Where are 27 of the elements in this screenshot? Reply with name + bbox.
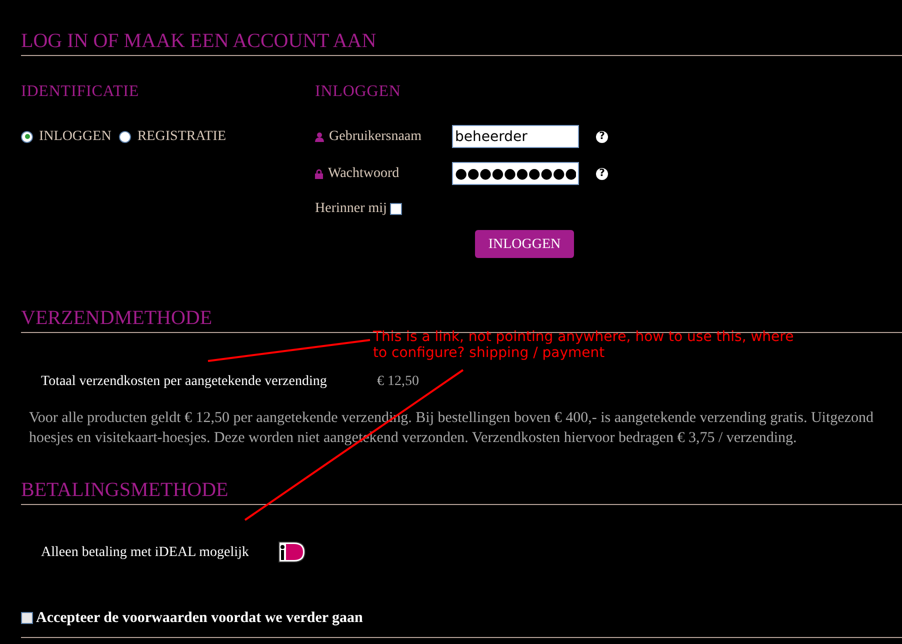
annotation-text: This is a link, not pointing anywhere, how to use this, where to configure? shipping / payment — [373, 329, 794, 361]
help-icon[interactable]: ? — [596, 168, 608, 180]
terms-checkbox[interactable] — [21, 612, 33, 624]
password-field[interactable]: ●●●●●●●●●● — [452, 162, 579, 185]
payment-label: Alleen betaling met iDEAL mogelijk — [41, 544, 250, 562]
username-field[interactable]: beheerder — [452, 125, 579, 148]
shipping-label: Totaal verzendkosten per aangetekende verzending — [41, 373, 328, 391]
radio-option[interactable]: INLOGGEN — [21, 126, 112, 147]
section-heading: BETALINGSMETHODE — [21, 478, 228, 502]
section-heading: VERZENDMETHODE — [21, 306, 212, 330]
radio-option[interactable]: REGISTRATIE — [119, 126, 226, 147]
shipping-price: € 12,50 — [377, 373, 419, 391]
field-label: Wachtwoord — [328, 165, 400, 183]
section-heading: LOG IN OF MAAK EEN ACCOUNT AAN — [21, 29, 376, 53]
terms-label: Accepteer de voorwaarden voordat we verder gaan — [36, 609, 363, 628]
radio-button[interactable] — [21, 130, 33, 142]
login-button[interactable]: INLOGGEN — [475, 230, 574, 258]
user-icon — [315, 132, 324, 142]
subheading: INLOGGEN — [315, 82, 401, 102]
remember-checkbox[interactable] — [390, 202, 402, 214]
field-label: Gebruikersnaam — [329, 128, 422, 146]
subheading: IDENTIFICATIE — [21, 82, 140, 102]
lock-icon — [315, 168, 323, 178]
remember-label: Herinner mij — [315, 200, 387, 218]
radio-button[interactable] — [119, 130, 132, 142]
help-icon[interactable]: ? — [596, 130, 608, 142]
payment-logo-icon — [278, 541, 306, 563]
